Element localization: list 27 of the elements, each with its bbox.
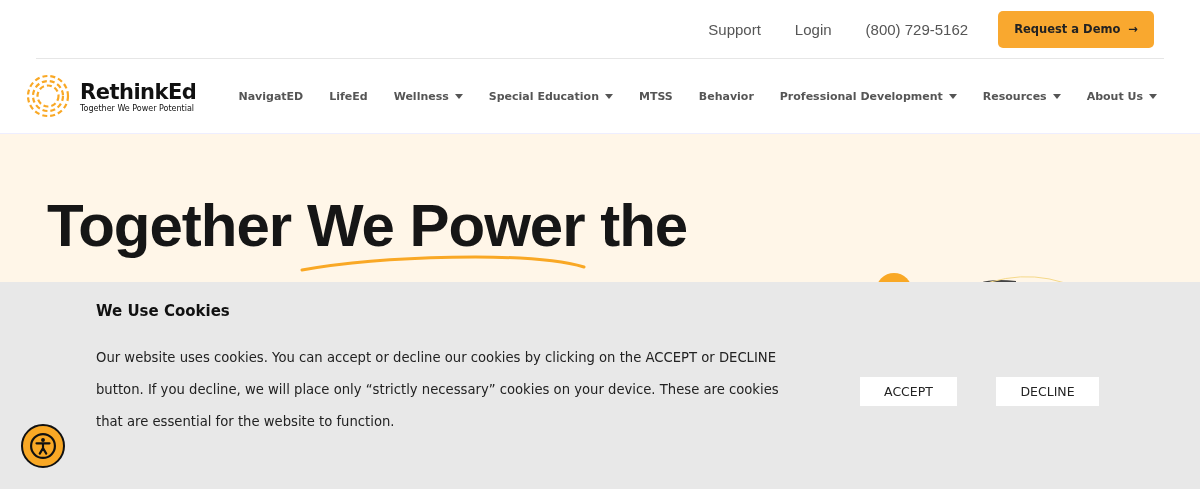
- nav-item[interactable]: MTSS: [625, 89, 686, 103]
- caret-icon: [1052, 93, 1061, 99]
- nav-item[interactable]: About Us: [1073, 89, 1170, 103]
- brand-tagline: Together We Power Potential: [80, 103, 196, 113]
- nav-item[interactable]: NavigatED: [225, 89, 317, 103]
- sun-logo-icon: [26, 74, 70, 118]
- hero-heading: Together We Power the: [47, 191, 689, 261]
- request-demo-button[interactable]: Request a Demo →: [998, 10, 1154, 48]
- nav-item[interactable]: Professional Development: [766, 89, 970, 103]
- caret-icon: [604, 93, 613, 99]
- top-link[interactable]: (800) 729-5162: [865, 20, 969, 38]
- nav-item[interactable]: Special Education: [475, 89, 626, 103]
- decline-button[interactable]: DECLINE: [996, 377, 1099, 406]
- nav-item[interactable]: Resources: [969, 89, 1074, 103]
- caret-icon: [454, 93, 463, 99]
- caret-icon: [1149, 93, 1157, 99]
- cookie-title: We Use Cookies: [96, 302, 231, 320]
- top-link[interactable]: Support: [708, 20, 761, 38]
- brand-name: RethinkEd: [80, 79, 197, 104]
- accessibility-icon: [30, 433, 56, 459]
- nav-item[interactable]: Behavior: [685, 89, 767, 103]
- nav-item[interactable]: LifeEd: [316, 89, 381, 103]
- caret-icon: [948, 93, 957, 99]
- nav-item[interactable]: Wellness: [380, 89, 476, 103]
- accept-button[interactable]: ACCEPT: [860, 377, 957, 406]
- top-link[interactable]: Login: [794, 20, 832, 38]
- cookie-message: Our website uses cookies. You can accept or decline our cookies by clicking on the ACCEPT or DECLINE button. If you decline, we will place only “strictly necessary” cookies on your device. These are cookies that are essential for the website to function.: [96, 349, 780, 431]
